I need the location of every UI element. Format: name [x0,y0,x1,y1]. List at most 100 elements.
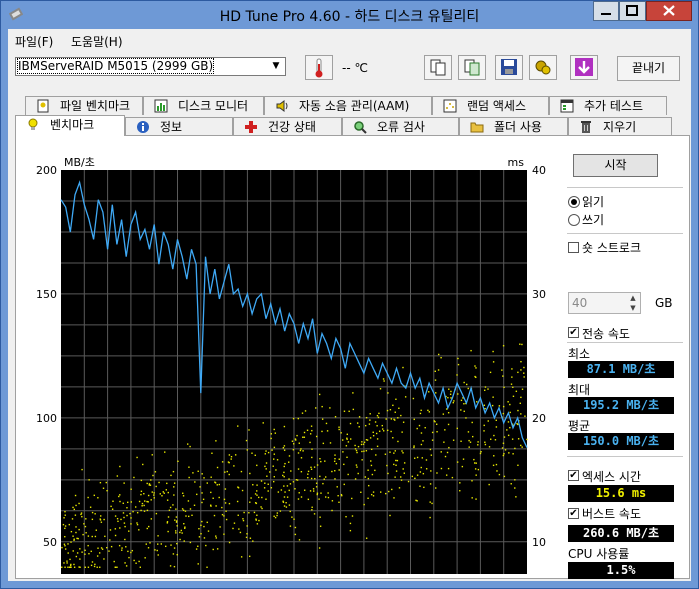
read-label: 읽기 [582,195,605,209]
short-stroke-checkbox[interactable] [568,242,579,253]
access-time-point [307,476,309,479]
tab-disk-monitor[interactable]: 디스크 모니터 [143,96,264,115]
access-time-point [372,431,374,434]
transfer-rate-checkbox[interactable]: ✔ [568,327,579,338]
copy-button[interactable] [424,55,452,80]
access-time-point [100,515,102,517]
access-time-point [526,438,528,441]
access-time-point [357,445,360,448]
access-time-point [183,523,185,525]
access-time-point [198,536,201,538]
access-time-point [116,566,118,568]
access-time-point [429,483,432,485]
access-time-point [490,438,492,440]
access-time-point [356,422,359,424]
access-time-point [434,370,436,373]
access-time-point [303,436,306,438]
access-time-point [370,460,372,462]
access-time-point [403,462,406,464]
title-bar[interactable]: HD Tune Pro 4.60 - 하드 디스크 유틸리티 [1,1,698,29]
access-time-point [263,487,266,489]
access-time-point [502,375,504,377]
exit-button[interactable]: 끝내기 [617,56,680,81]
access-time-point [63,517,65,519]
tab-info[interactable]: 정보 [125,117,233,136]
access-time-point [355,464,358,466]
tab-aam[interactable]: 자동 소음 관리(AAM) [264,96,432,115]
tab-health[interactable]: 건강 상태 [233,117,342,136]
menu-help[interactable]: 도움말(H) [71,33,123,50]
access-time-point [447,397,449,399]
access-time-point [184,510,187,512]
access-time-checkbox[interactable]: ✔ [568,470,579,481]
download-button[interactable] [570,55,598,80]
tab-erase[interactable]: 지우기 [568,117,672,136]
access-time-point [378,430,381,432]
temperature-button[interactable] [305,55,333,80]
access-time-point [400,479,403,481]
options-button[interactable] [529,55,557,80]
access-time-point [473,462,476,464]
access-time-point [449,393,452,395]
access-time-point [302,450,304,452]
access-time-point [273,428,275,431]
access-time-point [230,455,233,458]
tab-file-benchmark[interactable]: 파일 벤치마크 [25,96,143,115]
write-radio[interactable] [568,214,580,226]
access-time-point [64,510,66,513]
spin-down-icon[interactable]: ▼ [626,303,640,313]
access-time-point [315,407,317,409]
tab-benchmark[interactable]: 벤치마크 [15,115,125,136]
access-time-point [435,392,437,394]
start-button[interactable]: 시작 [573,154,658,177]
access-time-point [64,535,66,538]
access-time-point [189,508,192,510]
access-time-point [302,436,304,438]
chevron-down-icon[interactable]: ▼ [269,59,283,74]
access-time-point [321,418,324,420]
close-button[interactable] [646,1,692,21]
access-time-point [188,476,190,479]
spin-up-icon[interactable]: ▲ [626,293,640,303]
access-time-point [385,418,387,420]
minimize-button[interactable] [593,1,619,21]
access-time-point [515,390,518,393]
access-time-point [215,505,217,507]
access-time-point [509,403,511,406]
access-time-point [124,562,126,564]
burst-rate-checkbox[interactable]: ✔ [568,508,579,519]
short-stroke-stepper[interactable]: 40 ▲ ▼ [568,292,641,314]
access-time-point [282,474,284,477]
access-time-point [514,487,516,489]
tab-folder-usage[interactable]: 폴더 사용 [459,117,568,136]
access-time-point [130,488,132,490]
access-time-point [420,466,422,469]
access-time-point [249,537,252,539]
access-time-point [345,445,348,447]
access-time-point [264,453,267,455]
save-button[interactable] [495,55,523,80]
access-time-point [452,439,455,441]
access-time-point [251,452,253,454]
access-time-point [488,483,490,486]
menu-file[interactable]: 파일(F) [15,33,53,50]
tab-extra-tests[interactable]: 추가 테스트 [549,96,667,115]
access-time-point [382,378,385,380]
access-time-point [254,454,256,457]
tab-random-access[interactable]: 랜덤 액세스 [432,96,549,115]
tab-error-scan[interactable]: 오류 검사 [342,117,459,136]
copy-info-button[interactable] [458,55,486,80]
access-time-point [85,532,87,534]
access-time-point [448,446,450,449]
access-time-point [470,349,472,352]
access-time-point [437,353,440,356]
access-time-point [75,504,77,507]
y-tick-left: 150 [36,288,57,301]
access-time-point [524,415,526,417]
access-time-point [386,409,389,412]
access-time-point [460,409,462,411]
access-time-point [389,451,391,453]
read-radio[interactable] [568,196,580,208]
maximize-button[interactable] [619,1,646,21]
drive-select[interactable]: IBMServeRAID M5015 (2999 GB) ▼ [15,57,286,76]
